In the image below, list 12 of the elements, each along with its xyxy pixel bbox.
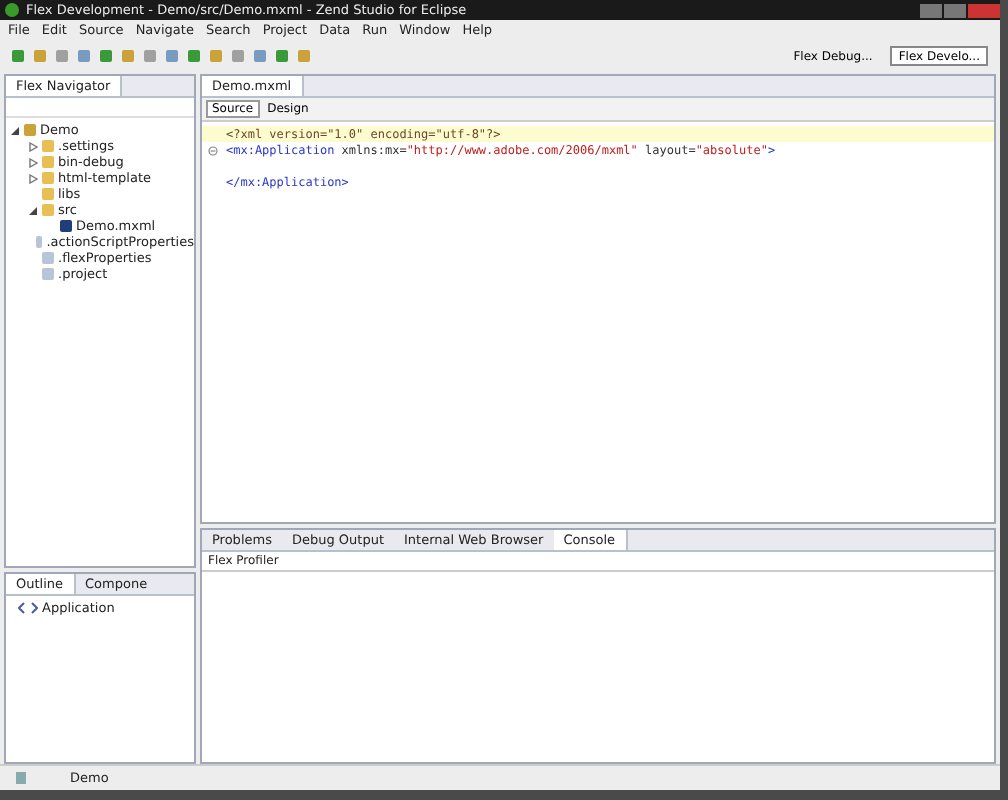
expand-arrow-icon[interactable]	[10, 125, 20, 135]
expand-arrow-icon[interactable]	[28, 173, 38, 183]
status-icon	[16, 772, 26, 784]
tag-icon	[18, 602, 38, 614]
expand-arrow-icon[interactable]	[28, 141, 38, 151]
app-icon	[4, 2, 20, 18]
minimize-button[interactable]	[920, 3, 942, 17]
close-button[interactable]	[968, 3, 1000, 17]
fold-icon[interactable]	[208, 145, 218, 155]
expand-arrow-icon[interactable]	[28, 157, 38, 167]
expand-arrow-icon[interactable]	[28, 205, 38, 215]
maximize-button[interactable]	[944, 3, 966, 17]
